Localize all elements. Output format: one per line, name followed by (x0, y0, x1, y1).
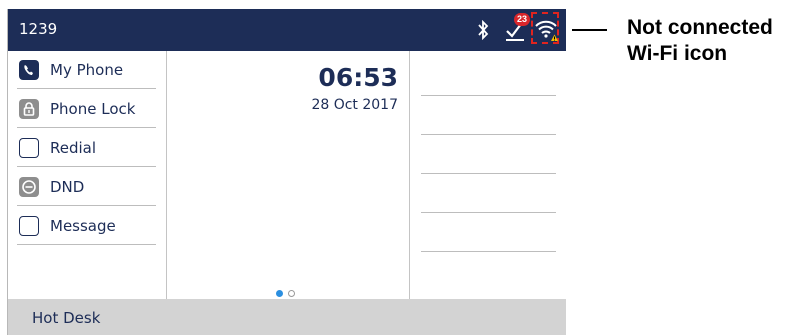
right-key-divider (421, 251, 556, 252)
softkey-label: My Phone (50, 61, 124, 79)
column-divider (409, 51, 410, 299)
column-divider (166, 51, 167, 299)
divider (17, 88, 156, 89)
softkey-dnd[interactable]: DND (17, 168, 156, 206)
extension-number: 1239 (19, 20, 58, 38)
voicemail-count-badge: 23 (514, 13, 530, 26)
page-dot-inactive[interactable] (288, 290, 295, 297)
divider (17, 244, 156, 245)
divider (17, 205, 156, 206)
blank-key-icon (19, 138, 39, 158)
dnd-icon (19, 177, 39, 197)
callout-line-1: Not connected (627, 16, 773, 39)
blank-key-icon (19, 216, 39, 236)
callout-line-2: Wi-Fi icon (627, 42, 728, 65)
softkey-label: Redial (50, 139, 97, 157)
right-key-divider (421, 212, 556, 213)
bottom-softkey-bar: Hot Desk (8, 299, 566, 335)
lock-icon (19, 99, 39, 119)
softkey-label: Phone Lock (50, 100, 136, 118)
right-key-divider (421, 134, 556, 135)
divider (17, 127, 156, 128)
phone-screen: 1239 23 My Phone Phone Lock Redial DND M… (7, 9, 566, 335)
right-key-divider (421, 95, 556, 96)
softkey-my-phone[interactable]: My Phone (17, 51, 156, 89)
right-key-divider (421, 173, 556, 174)
page-dot-active[interactable] (276, 290, 283, 297)
softkey-label: DND (50, 178, 85, 196)
clock-date: 28 Oct 2017 (311, 97, 398, 113)
phone-icon (19, 60, 39, 80)
softkey-redial[interactable]: Redial (17, 129, 156, 167)
callout-leader-line (572, 29, 607, 31)
clock-time: 06:53 (318, 63, 398, 92)
softkey-message[interactable]: Message (17, 207, 156, 245)
softkey-label: Message (50, 217, 116, 235)
wifi-highlight-box (531, 12, 559, 44)
callout-annotation: Not connected Wi-Fi icon (627, 15, 812, 67)
softkey-phone-lock[interactable]: Phone Lock (17, 90, 156, 128)
bluetooth-icon (478, 20, 489, 40)
status-bar: 1239 23 (8, 9, 566, 51)
softkey-column: My Phone Phone Lock Redial DND Message (8, 51, 166, 299)
wifi-not-connected-icon[interactable] (534, 16, 558, 42)
hot-desk-key[interactable]: Hot Desk (32, 309, 100, 327)
divider (17, 166, 156, 167)
